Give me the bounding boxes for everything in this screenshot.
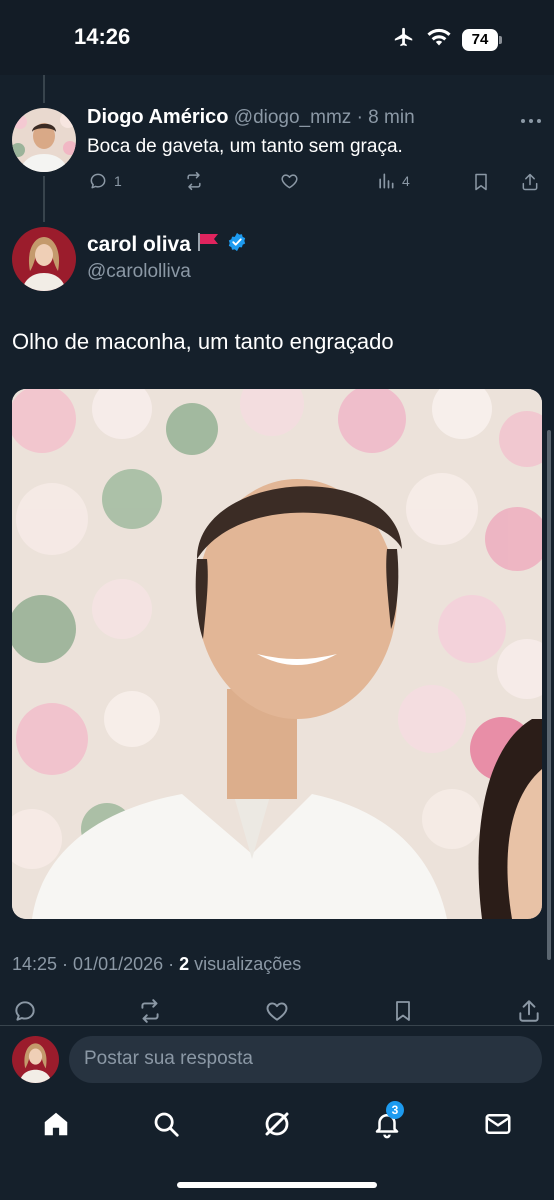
mail-icon: [483, 1114, 513, 1143]
parent-tweet-age: 8 min: [368, 107, 415, 128]
search-icon: [151, 1112, 181, 1143]
battery-nub: [499, 35, 502, 44]
tweet-timestamp: 14:25 · 01/01/2026 · 2 visualizações: [12, 954, 302, 974]
parent-tweet-text: Boca de gaveta, um tanto sem graça.: [87, 136, 403, 157]
main-author-handle[interactable]: @carololliva: [87, 261, 191, 283]
parent-retweet-button[interactable]: [183, 171, 205, 191]
parent-share-button[interactable]: [520, 171, 540, 193]
flag-icon: [197, 232, 221, 258]
parent-reply-button[interactable]: 1: [88, 171, 122, 191]
main-author-name-row: carol oliva: [87, 232, 247, 258]
main-author-name[interactable]: carol oliva: [87, 233, 191, 257]
reply-icon: [88, 171, 108, 191]
status-icons: 74: [392, 26, 502, 53]
views-label[interactable]: visualizações: [194, 954, 301, 974]
battery-level: 74: [462, 28, 498, 51]
main-share-button[interactable]: [516, 998, 542, 1024]
bell-icon: [372, 1114, 402, 1143]
status-time: 14:26: [74, 24, 131, 49]
views-count: 2: [179, 954, 190, 974]
parent-author-handle[interactable]: @diogo_mmz: [234, 107, 352, 128]
tab-search[interactable]: [151, 1109, 181, 1144]
more-options-icon[interactable]: [520, 113, 542, 131]
tweet-photo[interactable]: [12, 389, 542, 919]
scrollbar[interactable]: [547, 430, 551, 960]
parent-like-button[interactable]: [279, 171, 300, 191]
heart-icon: [279, 171, 300, 191]
photo-illustration: [12, 389, 542, 919]
parent-author-name[interactable]: Diogo Américo: [87, 106, 229, 128]
main-reply-button[interactable]: [12, 998, 38, 1024]
airplane-icon: [392, 26, 416, 53]
tab-grok[interactable]: [262, 1109, 292, 1144]
home-indicator[interactable]: [177, 1182, 377, 1188]
reply-user-avatar[interactable]: [12, 1036, 59, 1083]
parent-tweet-meta: Diogo Américo @diogo_mmz · 8 min: [87, 106, 415, 129]
bookmark-icon: [471, 171, 491, 193]
heart-icon: [264, 998, 290, 1024]
home-icon: [41, 1112, 71, 1143]
tweet-date: 01/01/2026: [73, 954, 164, 974]
share-icon: [516, 998, 542, 1024]
reply-input[interactable]: Postar sua resposta: [69, 1036, 542, 1083]
parent-views-button[interactable]: 4: [376, 171, 410, 191]
battery-indicator: 74: [462, 28, 502, 51]
wifi-icon: [426, 27, 452, 52]
view-count: 4: [402, 173, 410, 189]
notifications-badge: 3: [386, 1101, 404, 1119]
grok-icon: [262, 1112, 292, 1143]
status-bar: 14:26 74: [0, 0, 554, 75]
bar-chart-icon: [376, 171, 396, 191]
main-tweet-text: Olho de maconha, um tanto engraçado: [12, 329, 394, 354]
share-icon: [520, 171, 540, 193]
reply-count: 1: [114, 173, 122, 189]
main-author-avatar[interactable]: [12, 227, 76, 291]
parent-author-avatar[interactable]: [12, 108, 76, 172]
reply-divider: [0, 1025, 554, 1026]
retweet-icon: [136, 998, 164, 1024]
reply-icon: [12, 998, 38, 1024]
main-retweet-button[interactable]: [136, 998, 164, 1024]
main-bookmark-button[interactable]: [391, 998, 415, 1024]
tab-home[interactable]: [41, 1109, 71, 1144]
main-like-button[interactable]: [264, 998, 290, 1024]
retweet-icon: [183, 171, 205, 191]
thread-line-connector: [43, 176, 45, 222]
tweet-time: 14:25: [12, 954, 58, 974]
meta-separator: ·: [356, 107, 363, 128]
thread-line-top: [43, 75, 45, 103]
tab-messages[interactable]: [483, 1109, 513, 1144]
parent-bookmark-button[interactable]: [471, 171, 491, 193]
tab-notifications[interactable]: 3: [372, 1101, 404, 1144]
bookmark-icon: [391, 998, 415, 1024]
verified-badge-icon: [227, 232, 247, 258]
